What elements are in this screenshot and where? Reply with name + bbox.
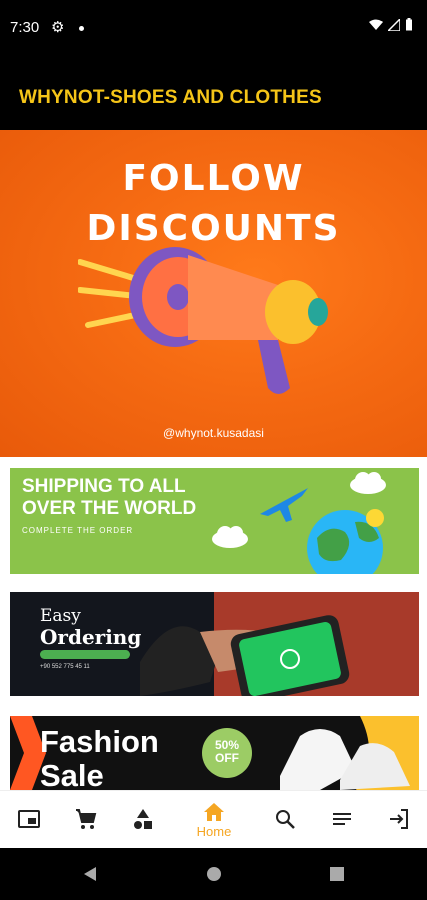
nav-item-menu[interactable] — [317, 791, 367, 849]
status-time: 7:30 — [10, 19, 40, 36]
follow-discounts-banner[interactable]: FOLLOW DISCOUNTS @whynot.kusadasi — [0, 130, 427, 457]
home-circle-icon[interactable] — [206, 866, 222, 882]
gear-icon: ⚙ — [51, 19, 65, 36]
signal-icon — [388, 18, 400, 31]
badge-off: OFF — [215, 751, 239, 765]
ordering-phone: +90 552 775 45 11 — [40, 664, 90, 670]
cart-icon — [76, 809, 97, 829]
cloud-icon — [350, 472, 386, 494]
shipping-line-3: COMPLETE THE ORDER — [22, 526, 134, 535]
discount-badge: 50% OFF — [202, 728, 252, 778]
system-navigation-bar — [0, 848, 427, 900]
nav-item-home[interactable]: Home — [189, 791, 239, 849]
fashion-sale-banner[interactable]: Fashion Sale 50% OFF — [10, 716, 419, 790]
instagram-handle: @whynot.kusadasi — [163, 426, 264, 440]
nav-item-categories[interactable] — [118, 791, 168, 849]
nav-item-search[interactable] — [260, 791, 310, 849]
battery-icon — [406, 18, 412, 31]
ordering-line-1: Easy — [40, 606, 81, 626]
home-icon — [204, 803, 224, 821]
search-icon — [276, 810, 295, 829]
status-bar: 7:30 ⚙ — [0, 0, 427, 56]
sneakers-illustration — [280, 716, 419, 790]
categories-icon — [134, 809, 152, 829]
menu-icon — [333, 813, 351, 825]
app-bar: WHYNOT-SHOES AND CLOTHES — [0, 56, 427, 130]
bottom-navigation: Home — [0, 790, 427, 848]
ordering-tagline-pill — [40, 650, 130, 659]
globe-icon — [307, 509, 384, 574]
phone-screen: 7:30 ⚙ WHYNOT-SHOES AND CLOTHES FOLLOW D… — [0, 0, 427, 900]
status-icons — [369, 18, 413, 31]
shipping-banner[interactable]: SHIPPING TO ALL OVER THE WORLD COMPLETE … — [10, 468, 419, 574]
fashion-line-1: Fashion — [40, 724, 159, 759]
app-title: WHYNOT-SHOES AND CLOTHES — [19, 87, 322, 108]
nav-item-pip[interactable] — [4, 791, 54, 849]
dot-icon — [79, 26, 84, 31]
nav-home-label: Home — [196, 824, 232, 839]
hero-line-1: FOLLOW — [122, 158, 305, 199]
home-content[interactable]: FOLLOW DISCOUNTS @whynot.kusadasi SHIPPI… — [0, 130, 427, 790]
back-icon[interactable] — [82, 866, 98, 882]
wifi-icon — [369, 19, 383, 30]
easy-ordering-banner[interactable]: Easy Ordering +90 552 775 45 11 — [10, 592, 419, 696]
cloud-icon — [212, 526, 248, 548]
shipping-line-2: OVER THE WORLD — [22, 498, 197, 519]
login-icon — [390, 809, 408, 829]
fashion-line-2: Sale — [40, 758, 104, 790]
picture-in-picture-icon — [18, 810, 40, 828]
nav-item-login[interactable] — [374, 791, 424, 849]
hand-phone-illustration — [140, 615, 350, 696]
shipping-line-1: SHIPPING TO ALL — [22, 476, 186, 497]
megaphone-icon — [78, 247, 328, 394]
recents-icon[interactable] — [330, 867, 344, 881]
nav-item-cart[interactable] — [61, 791, 111, 849]
ordering-line-2: Ordering — [40, 625, 142, 649]
